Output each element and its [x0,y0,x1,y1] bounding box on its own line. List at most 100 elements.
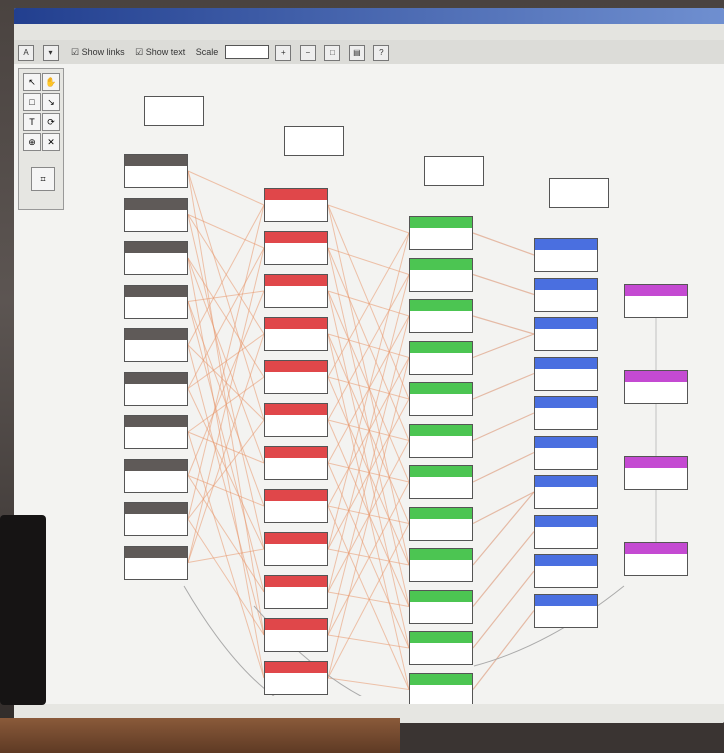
network-node[interactable] [124,371,188,406]
network-node[interactable] [409,216,473,250]
network-edge [327,232,410,550]
scale-label: Scale [195,47,219,57]
network-node[interactable] [264,575,328,609]
network-edge [472,491,535,566]
network-node[interactable] [409,423,473,458]
text-tool-icon[interactable]: T [23,113,41,131]
network-node[interactable] [409,299,473,333]
network-node[interactable] [409,548,473,582]
network-node[interactable] [264,618,328,652]
link-tool-icon[interactable]: ↘ [42,93,60,111]
zoom-tool-icon[interactable]: ⊕ [23,133,41,151]
node-label [535,239,597,250]
network-node[interactable] [534,317,598,351]
network-node[interactable] [264,446,328,480]
network-node[interactable] [409,257,473,292]
node-label [410,673,472,685]
network-node[interactable] [534,238,598,272]
node-label [410,590,472,602]
header-node[interactable] [549,178,609,208]
network-canvas[interactable] [64,66,704,707]
network-edge [187,204,265,520]
print-icon[interactable]: ▤ [348,45,365,61]
network-node[interactable] [534,396,598,430]
network-node[interactable] [534,554,598,588]
network-edge [472,491,535,525]
network-edge [327,274,410,593]
node-label [410,217,472,228]
show-links-checkbox[interactable]: ☑ Show links [71,40,125,64]
network-edge [187,344,265,636]
node-tool-icon[interactable]: □ [23,93,41,111]
loop-tool-icon[interactable]: ⟳ [42,113,60,131]
help-icon[interactable]: ? [373,45,390,61]
network-node[interactable] [124,284,188,319]
network-node[interactable] [409,506,473,541]
network-node[interactable] [624,284,688,318]
network-node[interactable] [264,403,328,437]
network-node[interactable] [534,593,598,628]
network-node[interactable] [124,458,188,493]
network-node[interactable] [124,154,188,188]
node-label [125,329,187,340]
network-node[interactable] [124,415,188,449]
network-node[interactable] [534,475,598,509]
hand-tool-icon[interactable]: ✋ [42,73,60,91]
network-node[interactable] [624,542,688,576]
node-label [535,594,597,606]
network-node[interactable] [124,197,188,232]
node-label [535,476,597,487]
network-node[interactable] [124,328,188,362]
network-edge [327,315,410,636]
network-node[interactable] [624,370,688,404]
network-node[interactable] [409,382,473,416]
network-node[interactable] [264,274,328,308]
network-node[interactable] [264,360,328,394]
zoom-in-icon[interactable]: + [275,45,292,61]
toolbar-arrow-button[interactable]: ▾ [42,45,59,61]
network-node[interactable] [534,356,598,391]
erase-tool-icon[interactable]: ✕ [42,133,60,151]
toolbar: A ▾ ☑ Show links ☑ Show text Scale + − □… [14,40,724,64]
node-label [265,662,327,673]
node-label [625,457,687,468]
network-node[interactable] [124,241,188,275]
network-node[interactable] [534,277,598,312]
fit-icon[interactable]: □ [324,45,341,61]
network-node[interactable] [409,340,473,375]
node-label [125,459,187,471]
network-node[interactable] [264,317,328,351]
network-node[interactable] [409,589,473,624]
network-node[interactable] [264,532,328,566]
network-node[interactable] [409,672,473,707]
network-node[interactable] [264,231,328,265]
network-edge [472,315,535,335]
zoom-select[interactable] [224,45,269,59]
node-label [265,619,327,630]
window-titlebar [14,8,724,24]
header-node[interactable] [144,96,204,126]
zoom-out-icon[interactable]: − [299,45,316,61]
pointer-tool-icon[interactable]: ↖ [23,73,41,91]
network-edge [187,170,265,206]
network-node[interactable] [409,631,473,665]
chart-tool-icon[interactable]: ⌗ [31,167,55,191]
header-node[interactable] [284,126,344,156]
network-node[interactable] [124,545,188,580]
network-edge [472,610,535,690]
network-edge [187,475,265,507]
toolbar-a-button[interactable]: A [18,45,34,61]
network-node[interactable] [534,514,598,549]
network-node[interactable] [534,435,598,470]
network-node[interactable] [624,456,688,490]
network-node[interactable] [264,489,328,523]
network-node[interactable] [124,502,188,536]
node-label [265,490,327,501]
node-label [125,503,187,514]
header-node[interactable] [424,156,484,186]
network-node[interactable] [264,188,328,222]
node-label [410,258,472,270]
network-node[interactable] [409,465,473,499]
show-text-checkbox[interactable]: ☑ Show text [135,40,185,64]
network-node[interactable] [264,661,328,695]
